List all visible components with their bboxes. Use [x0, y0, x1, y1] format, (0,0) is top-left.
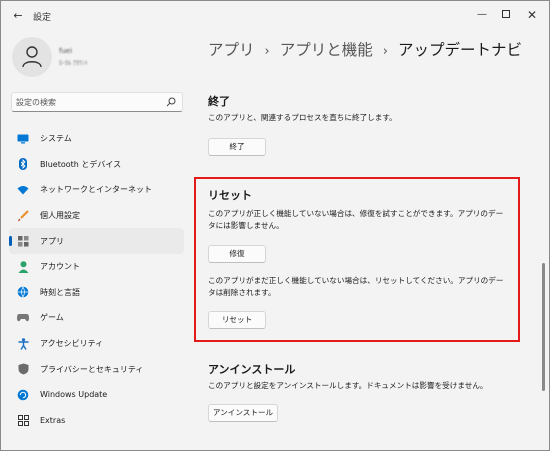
settings-window: ← 設定 — ✕ fuei ﾛｰｶﾙ ｱｶｳﾝﾄ システム — [0, 0, 550, 451]
terminate-button[interactable]: 終了 — [208, 138, 266, 156]
monitor-icon — [17, 133, 29, 145]
search-icon[interactable] — [166, 97, 176, 107]
breadcrumb: アプリ › アプリと機能 › アップデートナビ — [208, 38, 522, 60]
sidebar-item-label: ネットワークとインターネット — [40, 185, 152, 195]
apps-icon — [17, 235, 29, 247]
user-account-type: ﾛｰｶﾙ ｱｶｳﾝﾄ — [59, 60, 88, 67]
sidebar-item-windows-update[interactable]: Windows Update — [9, 382, 184, 408]
search-input[interactable] — [16, 95, 164, 110]
back-arrow-icon[interactable]: ← — [11, 9, 25, 23]
shield-icon — [17, 363, 29, 375]
sidebar-nav: システム Bluetooth とデバイス ネットワークとインターネット 個人用設… — [9, 126, 184, 433]
sidebar-item-label: システム — [40, 134, 72, 144]
person-icon — [22, 46, 42, 68]
terminate-heading: 終了 — [208, 95, 230, 108]
sidebar-item-gaming[interactable]: ゲーム — [9, 305, 184, 331]
breadcrumb-apps[interactable]: アプリ — [208, 41, 255, 59]
avatar[interactable] — [12, 37, 52, 77]
terminate-description: このアプリと、関連するプロセスを直ちに終了します。 — [208, 113, 397, 122]
brush-icon — [17, 209, 29, 222]
sidebar-item-label: アカウント — [40, 262, 80, 272]
sidebar-item-accounts[interactable]: アカウント — [9, 254, 184, 280]
sidebar-item-label: アクセシビリティ — [40, 339, 104, 349]
breadcrumb-apps-features[interactable]: アプリと機能 — [280, 41, 373, 59]
uninstall-description: このアプリと設定をアンインストールします。ドキュメントは影響を受けません。 — [208, 381, 488, 390]
uninstall-button[interactable]: アンインストール — [208, 404, 278, 422]
sidebar-item-extras[interactable]: Extras — [9, 408, 184, 434]
sidebar-item-time-language[interactable]: 時刻と言語 — [9, 280, 184, 306]
sidebar-item-personalization[interactable]: 個人用設定 — [9, 203, 184, 229]
reset-highlight-box — [194, 177, 520, 342]
sidebar-item-privacy[interactable]: プライバシーとセキュリティ — [9, 356, 184, 382]
minimize-button[interactable]: — — [471, 6, 493, 24]
page-title: アップデートナビ — [397, 41, 522, 59]
maximize-icon — [502, 10, 510, 18]
user-name: fuei — [59, 47, 73, 55]
globe-clock-icon — [17, 286, 29, 299]
sidebar-item-label: 個人用設定 — [40, 211, 80, 221]
sidebar-item-apps[interactable]: アプリ — [9, 228, 184, 254]
sidebar-item-system[interactable]: システム — [9, 126, 184, 152]
update-icon — [17, 389, 29, 401]
sidebar-item-label: Windows Update — [40, 390, 108, 400]
terminate-section: 終了 — [208, 93, 230, 109]
accessibility-icon — [17, 337, 29, 350]
breadcrumb-separator: › — [382, 44, 388, 59]
bluetooth-icon — [17, 158, 29, 171]
sidebar-item-bluetooth[interactable]: Bluetooth とデバイス — [9, 152, 184, 178]
title-bar: ← 設定 — ✕ — [1, 1, 549, 31]
sidebar-item-label: 時刻と言語 — [40, 287, 80, 297]
sidebar-item-accessibility[interactable]: アクセシビリティ — [9, 331, 184, 357]
sidebar-item-label: Extras — [40, 415, 66, 425]
sidebar-item-label: プライバシーとセキュリティ — [40, 364, 144, 374]
sidebar-item-label: アプリ — [40, 236, 64, 246]
sidebar-item-label: Bluetooth とデバイス — [40, 159, 122, 169]
settings-search-box[interactable] — [11, 92, 183, 112]
wifi-icon — [17, 184, 29, 196]
sidebar-item-network[interactable]: ネットワークとインターネット — [9, 177, 184, 203]
extras-icon — [17, 414, 29, 426]
uninstall-section: アンインストール — [208, 361, 295, 377]
gamepad-icon — [17, 312, 29, 324]
close-button[interactable]: ✕ — [521, 6, 543, 24]
scrollbar-thumb[interactable] — [542, 263, 545, 391]
app-title: 設定 — [33, 13, 52, 23]
breadcrumb-separator: › — [264, 44, 270, 59]
uninstall-heading: アンインストール — [208, 363, 296, 376]
person-icon — [17, 261, 29, 273]
maximize-button[interactable] — [495, 6, 517, 24]
sidebar-item-label: ゲーム — [40, 313, 64, 323]
